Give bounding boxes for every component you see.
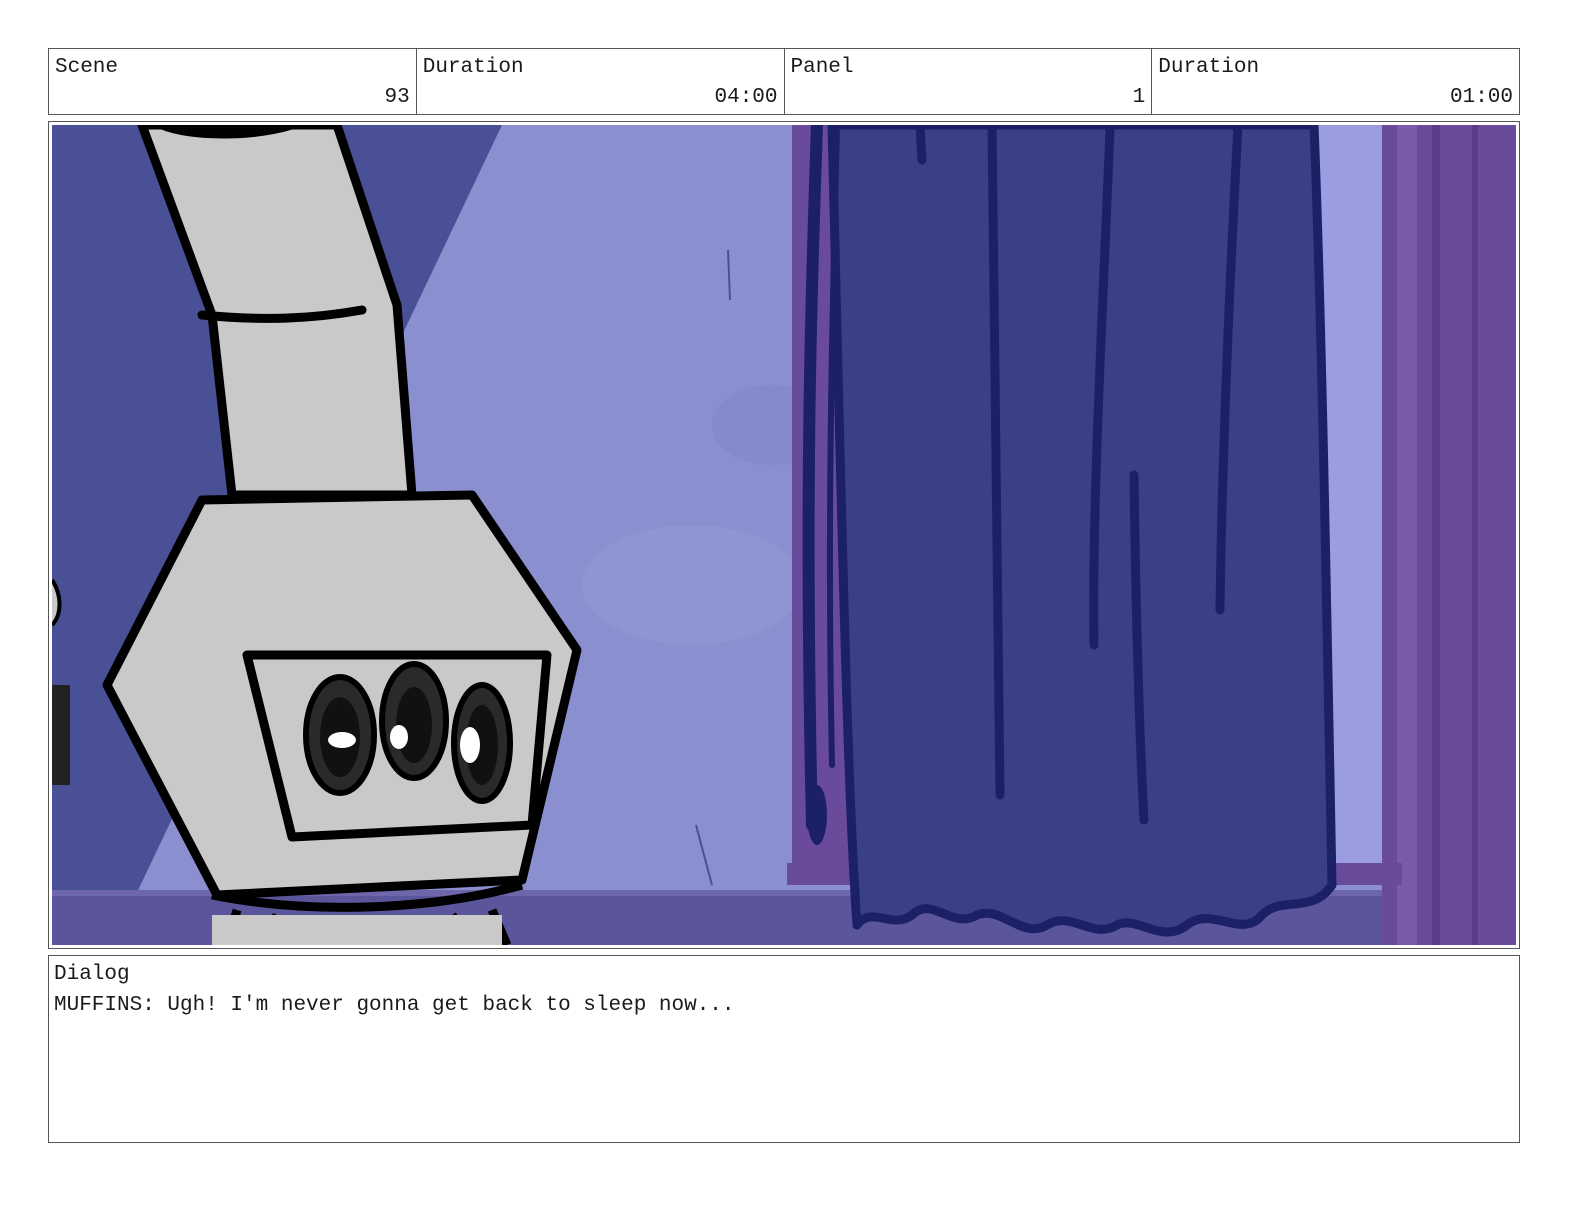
scene-duration-label: Duration <box>422 56 524 79</box>
dialog-box: Dialog MUFFINS: Ugh! I'm never gonna get… <box>48 955 1520 1143</box>
panel-duration-cell: Duration 01:00 <box>1152 49 1519 114</box>
scene-label: Scene <box>55 56 119 79</box>
storyboard-header: Scene 93 Duration 04:00 Panel 1 Duration… <box>48 48 1520 115</box>
panel-label: Panel <box>790 56 854 79</box>
dialog-label: Dialog <box>54 963 130 986</box>
storyboard-panel <box>48 121 1520 949</box>
scene-duration-value: 04:00 <box>714 86 778 109</box>
dialog-text: MUFFINS: Ugh! I'm never gonna get back t… <box>54 994 735 1017</box>
panel-number: 1 <box>1132 86 1146 109</box>
scene-cell: Scene 93 <box>49 49 417 114</box>
panel-illustration <box>52 125 1516 945</box>
scene-duration-cell: Duration 04:00 <box>417 49 785 114</box>
scene-number: 93 <box>384 86 410 109</box>
panel-duration-label: Duration <box>1158 56 1260 79</box>
panel-cell: Panel 1 <box>785 49 1153 114</box>
panel-duration-value: 01:00 <box>1449 86 1513 109</box>
curtain <box>827 125 1337 937</box>
